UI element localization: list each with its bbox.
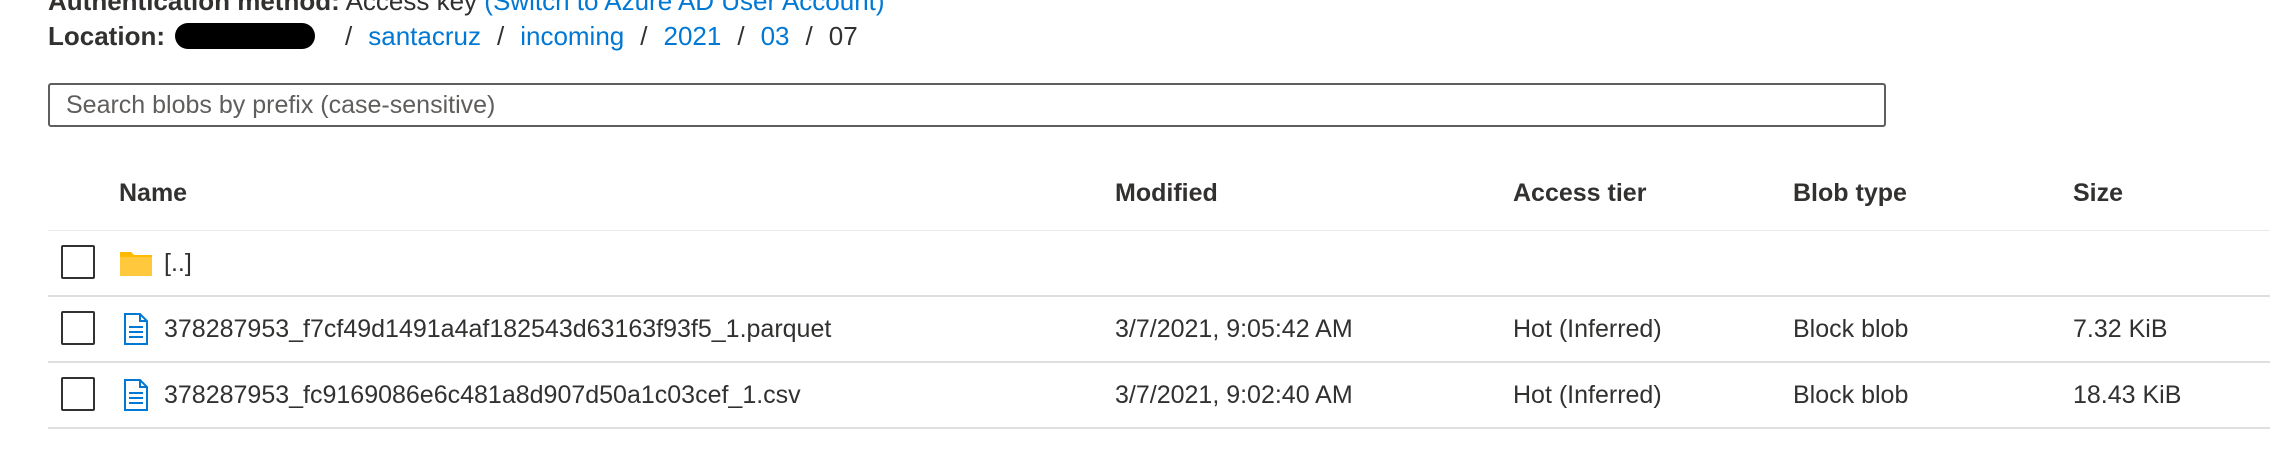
table-header: Name Modified Access tier Blob type Size (48, 160, 2270, 231)
blob-name[interactable]: 378287953_f7cf49d1491a4af182543d63163f93… (164, 314, 831, 344)
blob-size: 7.32 KiB (2073, 315, 2168, 343)
breadcrumb-separator: / (640, 21, 648, 51)
row-checkbox[interactable] (61, 245, 95, 279)
parent-folder-row[interactable]: [..] (48, 231, 2270, 297)
location-breadcrumb: Location: / santacruz / incoming / 2021 … (48, 20, 858, 52)
breadcrumb-separator: / (805, 21, 813, 51)
breadcrumb-2021[interactable]: 2021 (664, 20, 722, 52)
breadcrumb-separator: / (737, 21, 745, 51)
switch-auth-link[interactable]: (Switch to Azure AD User Account) (484, 0, 884, 16)
redacted-account-name (175, 23, 315, 49)
breadcrumb-03[interactable]: 03 (761, 20, 790, 52)
parent-folder-label[interactable]: [..] (164, 248, 192, 278)
folder-icon (120, 252, 152, 276)
auth-method-value: Access key (345, 0, 478, 16)
column-header-name[interactable]: Name (119, 178, 187, 208)
blob-modified: 3/7/2021, 9:02:40 AM (1115, 381, 1353, 409)
column-header-modified[interactable]: Modified (1115, 178, 1218, 208)
table-row[interactable]: 378287953_f7cf49d1491a4af182543d63163f93… (48, 297, 2270, 363)
file-icon (124, 379, 148, 411)
file-icon (124, 313, 148, 345)
blob-type: Block blob (1793, 315, 1909, 343)
blob-access-tier: Hot (Inferred) (1513, 381, 1662, 409)
column-header-blob-type[interactable]: Blob type (1793, 178, 1907, 208)
breadcrumb-incoming[interactable]: incoming (520, 20, 624, 52)
breadcrumb-separator: / (345, 21, 353, 51)
breadcrumb-07: 07 (828, 21, 858, 51)
blob-name[interactable]: 378287953_fc9169086e6c481a8d907d50a1c03c… (164, 380, 801, 410)
blob-access-tier: Hot (Inferred) (1513, 315, 1662, 343)
table-row[interactable]: 378287953_fc9169086e6c481a8d907d50a1c03c… (48, 363, 2270, 429)
row-checkbox[interactable] (61, 377, 95, 411)
auth-method-line: Authentication method: Access key (Switc… (48, 0, 885, 16)
location-label: Location: (48, 21, 165, 51)
breadcrumb-separator: / (496, 21, 505, 51)
breadcrumb-santacruz[interactable]: santacruz (368, 20, 481, 52)
blob-size: 18.43 KiB (2073, 381, 2182, 409)
row-checkbox[interactable] (61, 311, 95, 345)
search-blobs-input[interactable] (48, 83, 1886, 127)
column-header-size[interactable]: Size (2073, 178, 2123, 208)
blob-table: Name Modified Access tier Blob type Size… (48, 160, 2270, 429)
blob-modified: 3/7/2021, 9:05:42 AM (1115, 315, 1353, 343)
blob-type: Block blob (1793, 381, 1909, 409)
auth-method-label: Authentication method: (48, 0, 340, 16)
column-header-access-tier[interactable]: Access tier (1513, 178, 1646, 208)
